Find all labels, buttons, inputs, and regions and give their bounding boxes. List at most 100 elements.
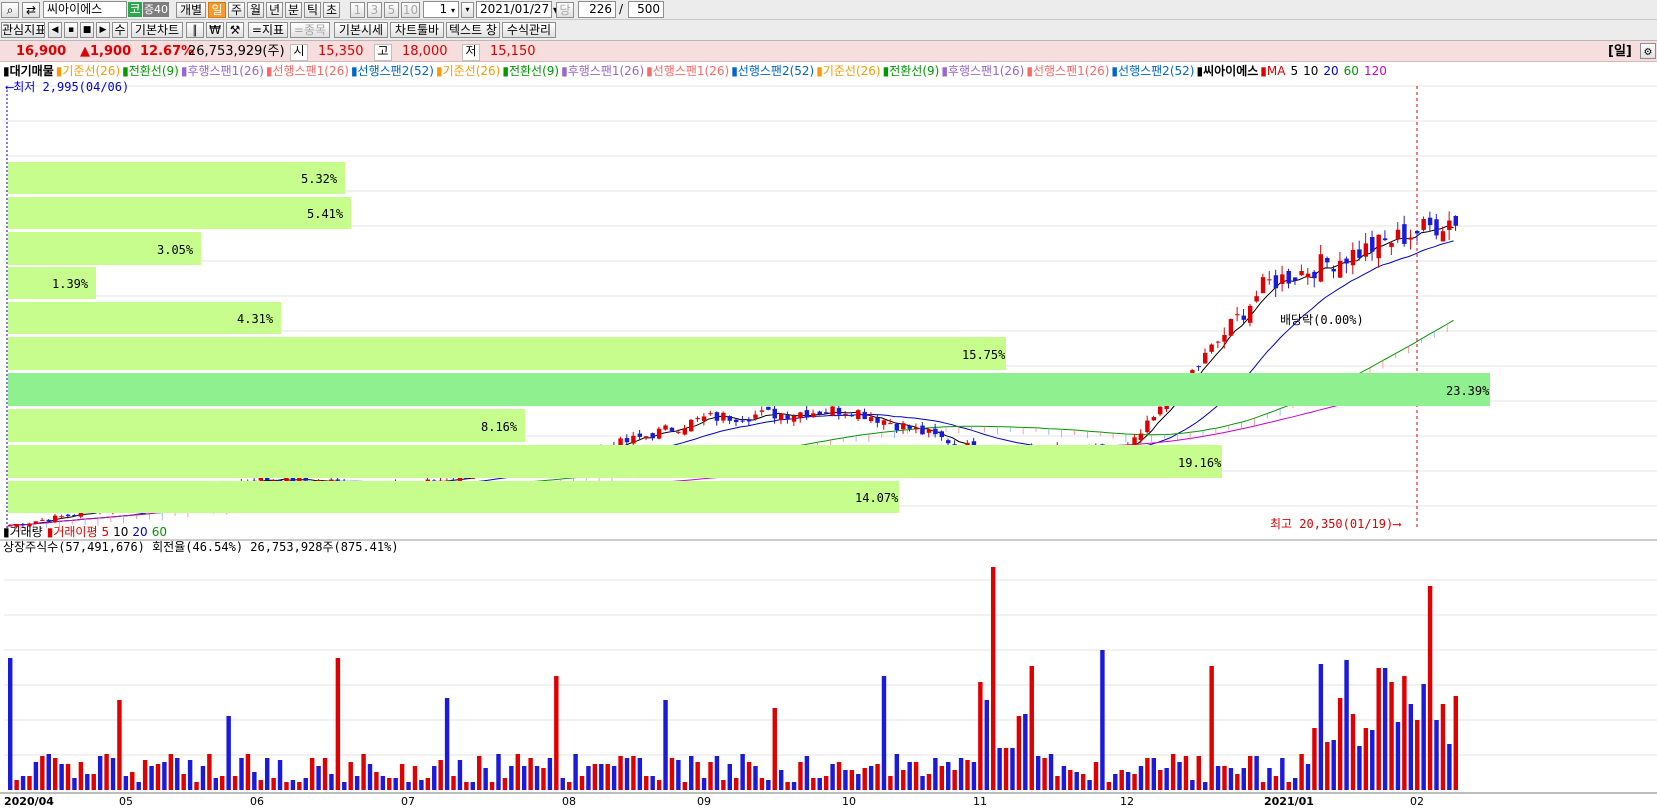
stock-name-input[interactable]: 씨아이에스 xyxy=(43,1,127,18)
refresh-button[interactable]: ⇄ xyxy=(22,2,40,18)
legend-item[interactable]: ▮씨아이에스 xyxy=(1196,64,1258,78)
su-button[interactable]: 수 xyxy=(112,22,128,38)
chart-legend: ▮대기매물 ▮기준선(26) ▮전환선(9) ▮후행스팬1(26) ▮선행스팬1(26)… xyxy=(3,64,1389,79)
candle-body xyxy=(1325,258,1330,263)
multiplier-10-button[interactable]: 10 xyxy=(401,2,420,18)
period-second-button[interactable]: 초 xyxy=(323,2,340,18)
won-button[interactable]: ₩ xyxy=(206,22,224,38)
volume-bar xyxy=(1106,782,1112,790)
volume-legend-item[interactable]: ▮거래량 xyxy=(3,525,43,539)
multiplier-5-button[interactable]: 5 xyxy=(384,2,399,18)
candle-body xyxy=(1415,230,1420,234)
legend-item[interactable]: ▮선행스팬1(26) xyxy=(1026,64,1109,78)
volume-bar xyxy=(245,754,251,790)
legend-item[interactable]: ▮후행스팬1(26) xyxy=(941,64,1024,78)
chart-toolbar-button[interactable]: 차트툴바 xyxy=(390,22,444,38)
legend-item[interactable]: ▮선행스팬2(52) xyxy=(731,64,814,78)
volume-bar xyxy=(579,776,585,790)
legend-item[interactable]: ▮선행스팬2(52) xyxy=(351,64,434,78)
volume-bar xyxy=(297,782,302,790)
date-picker[interactable]: 2021/01/27 ▼ xyxy=(476,1,559,18)
volume-bar xyxy=(521,766,527,790)
volume-bar xyxy=(59,764,64,790)
indicator-button[interactable]: =지표 xyxy=(248,22,288,38)
basic-chart-button[interactable]: 기본차트 xyxy=(131,22,183,38)
basic-price-button[interactable]: 기본시세 xyxy=(334,22,388,38)
volume-profile-bar xyxy=(8,373,1490,406)
dang-button[interactable]: 당 xyxy=(556,2,574,18)
candle-body xyxy=(1241,315,1246,320)
view-count-input[interactable]: 226 xyxy=(578,1,616,18)
candle-body xyxy=(631,435,636,444)
volume-legend-item[interactable]: ▮거래이평 xyxy=(47,525,98,539)
period-tick-button[interactable]: 틱 xyxy=(304,2,321,18)
multiplier-3-button[interactable]: 3 xyxy=(367,2,382,18)
volume-legend-item[interactable]: 10 xyxy=(113,525,128,539)
volume-bar xyxy=(778,770,784,790)
period-month-button[interactable]: 월 xyxy=(247,2,264,18)
volume-bar xyxy=(1209,666,1214,790)
volume-bar xyxy=(901,770,906,790)
ma-period-5[interactable]: 5 xyxy=(1290,64,1298,78)
count-select[interactable]: 1 ▾ xyxy=(423,1,459,18)
ma-period-60[interactable]: 60 xyxy=(1344,64,1359,78)
volume-bar xyxy=(303,778,308,790)
text-window-button[interactable]: 텍스트 창 xyxy=(446,22,500,38)
volume-bar xyxy=(734,778,739,790)
count-spin-button[interactable]: ▾ xyxy=(461,2,474,18)
volume-legend-item[interactable]: 60 xyxy=(152,525,167,539)
legend-item[interactable]: ▮기준선(26) xyxy=(436,64,500,78)
nav-prev-button[interactable]: ▪ xyxy=(64,22,78,38)
low-price: 15,150 xyxy=(490,44,536,59)
candle-body xyxy=(1434,219,1439,236)
period-day-button[interactable]: 일 xyxy=(208,2,226,18)
volume-bar xyxy=(1145,758,1150,790)
volume-bar xyxy=(1376,668,1381,790)
legend-item[interactable]: ▮전환선(9) xyxy=(122,64,179,78)
legend-item[interactable]: ▮기준선(26) xyxy=(56,64,120,78)
high-annotation: 최고 20,350(01/19)⟶ xyxy=(1270,517,1401,531)
volume-bar xyxy=(1029,666,1034,790)
legend-item[interactable]: ▮후행스팬1(26) xyxy=(561,64,644,78)
candle-settings-button[interactable]: ║ xyxy=(186,22,204,38)
multiplier-1-button[interactable]: 1 xyxy=(350,2,365,18)
candle-body xyxy=(1408,237,1414,240)
tools-button[interactable]: ⚒ xyxy=(226,22,244,38)
volume-bar xyxy=(1042,758,1047,790)
legend-item[interactable]: ▮기준선(26) xyxy=(816,64,880,78)
legend-item[interactable]: ▮전환선(9) xyxy=(502,64,559,78)
legend-item[interactable]: ▮대기매물 xyxy=(3,64,54,78)
volume-bar xyxy=(354,776,360,790)
nav-next-button[interactable]: ▶ xyxy=(96,22,110,38)
volume-legend: ▮거래량 ▮거래이평 5 10 20 60 xyxy=(3,525,171,540)
legend-item[interactable]: ▮전환선(9) xyxy=(883,64,940,78)
volume-bar xyxy=(162,762,167,790)
nav-stop-button[interactable]: ■ xyxy=(80,22,94,38)
individual-button[interactable]: 개별 xyxy=(176,2,206,18)
candle-body xyxy=(714,412,720,421)
search-button[interactable]: ⌕ xyxy=(1,2,19,18)
legend-item[interactable]: ▮선행스팬1(26) xyxy=(646,64,729,78)
volume-legend-item[interactable]: 20 xyxy=(132,525,147,539)
formula-manager-button[interactable]: 수식관리 xyxy=(502,22,556,38)
legend-item[interactable]: ▮후행스팬1(26) xyxy=(181,64,264,78)
volume-legend-item[interactable]: 5 xyxy=(102,525,110,539)
ma-period-10[interactable]: 10 xyxy=(1303,64,1318,78)
candle-body xyxy=(939,431,945,438)
volume-bar xyxy=(676,760,681,790)
ma-period-20[interactable]: 20 xyxy=(1323,64,1338,78)
settings-button[interactable]: ⚙ xyxy=(1640,43,1656,59)
candle-body xyxy=(746,419,752,422)
candle-body xyxy=(644,436,649,438)
period-year-button[interactable]: 년 xyxy=(266,2,283,18)
legend-item[interactable]: ▮선행스팬2(52) xyxy=(1111,64,1194,78)
stock-compare-button[interactable]: =종목 xyxy=(290,22,330,38)
legend-item[interactable]: ▮선행스팬1(26) xyxy=(266,64,349,78)
total-count-input[interactable]: 500 xyxy=(628,1,664,18)
ma-period-120[interactable]: 120 xyxy=(1364,64,1387,78)
period-minute-button[interactable]: 분 xyxy=(285,2,302,18)
volume-bar xyxy=(1427,586,1433,790)
period-week-button[interactable]: 주 xyxy=(228,2,245,18)
interest-indicator-button[interactable]: 관심지표 xyxy=(1,22,45,38)
nav-first-button[interactable]: ◀ xyxy=(48,22,62,38)
